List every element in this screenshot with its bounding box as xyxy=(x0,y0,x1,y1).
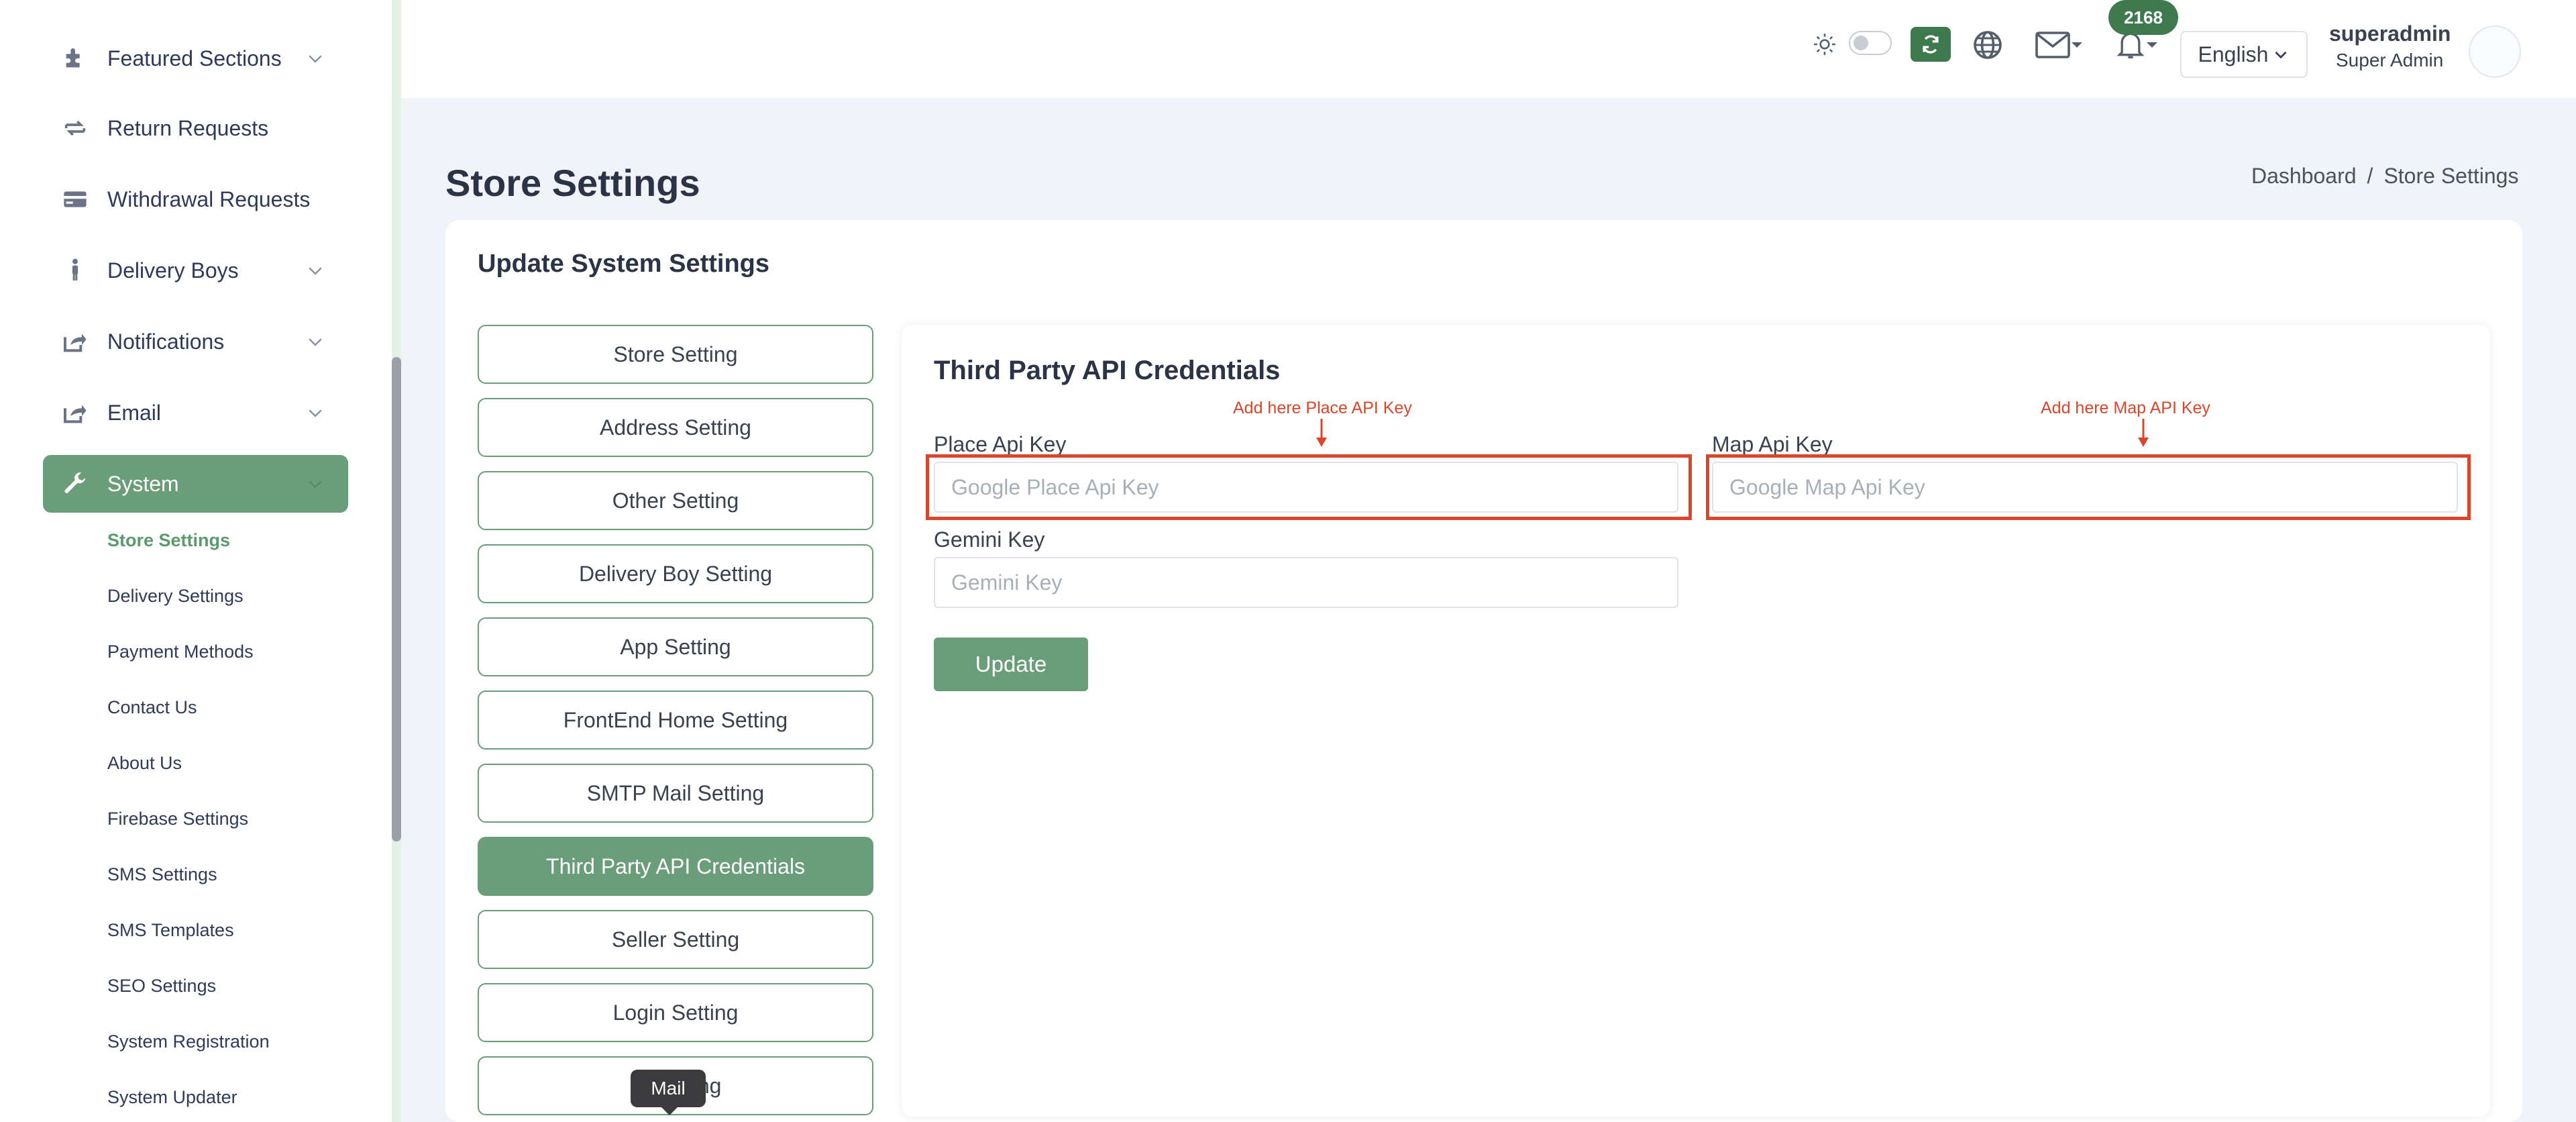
sidebar-subitem-contact-us[interactable]: Contact Us xyxy=(107,697,197,718)
refresh-icon xyxy=(1923,35,1939,54)
sidebar-item-withdrawal-requests[interactable]: Withdrawal Requests xyxy=(43,170,348,228)
tab-delivery-boy-setting[interactable]: Delivery Boy Setting xyxy=(478,544,873,603)
sidebar-subitem-store-settings[interactable]: Store Settings xyxy=(107,530,230,551)
sidebar-item-label: System xyxy=(107,471,179,496)
sidebar-subitem-sms-settings[interactable]: SMS Settings xyxy=(107,864,217,885)
update-button[interactable]: Update xyxy=(934,638,1088,691)
breadcrumb: Dashboard / Store Settings xyxy=(2251,164,2518,189)
sidebar-subitem-delivery-settings[interactable]: Delivery Settings xyxy=(107,586,244,607)
place-api-key-input[interactable] xyxy=(934,462,1678,513)
tooltip-pointer xyxy=(660,1106,679,1115)
annotation-map-api: Add here Map API Key xyxy=(2041,399,2210,417)
share-icon xyxy=(60,398,90,427)
user-role: Super Admin xyxy=(2336,50,2444,70)
arrow-down-icon xyxy=(1316,419,1327,447)
sidebar-item-label: Delivery Boys xyxy=(107,258,239,283)
notification-count-badge: 2168 xyxy=(2108,0,2178,35)
chevron-down-icon xyxy=(309,55,322,63)
language-label: English xyxy=(2198,42,2269,66)
sidebar-item-label: Return Requests xyxy=(107,115,269,140)
chevron-down-icon xyxy=(309,480,322,489)
api-credentials-panel xyxy=(902,325,2490,1117)
avatar[interactable] xyxy=(2469,26,2521,78)
tab-other-setting[interactable]: Other Setting xyxy=(478,471,873,530)
card-title: Update System Settings xyxy=(478,250,769,278)
sidebar-item-label: Withdrawal Requests xyxy=(107,187,311,211)
caret-down-icon xyxy=(2147,42,2157,48)
sidebar-subitem-firebase-settings[interactable]: Firebase Settings xyxy=(107,809,248,829)
globe-icon[interactable] xyxy=(1970,27,2006,63)
sidebar: Featured Sections Return Requests Withdr… xyxy=(0,0,392,1122)
sidebar-subitem-system-updater[interactable]: System Updater xyxy=(107,1087,237,1108)
gemini-key-label: Gemini Key xyxy=(934,527,1045,552)
map-api-key-label: Map Api Key xyxy=(1712,432,1833,456)
share-icon xyxy=(60,327,90,356)
breadcrumb-dashboard[interactable]: Dashboard xyxy=(2251,164,2357,189)
arrow-down-icon xyxy=(2138,419,2149,447)
sidebar-item-system[interactable]: System xyxy=(43,455,348,513)
puzzle-icon xyxy=(60,44,90,73)
tab-login-setting[interactable]: Login Setting xyxy=(478,983,873,1042)
chevron-down-icon xyxy=(2275,51,2288,59)
tab-address-setting[interactable]: Address Setting xyxy=(478,398,873,457)
sidebar-subitem-sms-templates[interactable]: SMS Templates xyxy=(107,920,234,941)
sidebar-item-label: Notifications xyxy=(107,329,225,354)
sidebar-scrollbar[interactable] xyxy=(392,357,401,842)
mail-dropdown[interactable] xyxy=(2033,28,2086,62)
sidebar-item-notifications[interactable]: Notifications xyxy=(43,313,348,370)
sidebar-subitem-system-registration[interactable]: System Registration xyxy=(107,1031,270,1052)
theme-toggle[interactable] xyxy=(1849,30,1892,56)
person-icon xyxy=(60,256,90,285)
chevron-down-icon xyxy=(309,338,322,346)
language-select[interactable]: English xyxy=(2180,31,2308,78)
tab-smtp-mail-setting[interactable]: SMTP Mail Setting xyxy=(478,764,873,823)
tab-store-setting[interactable]: Store Setting xyxy=(478,325,873,384)
sidebar-subitem-payment-methods[interactable]: Payment Methods xyxy=(107,642,254,662)
breadcrumb-current: Store Settings xyxy=(2383,164,2519,188)
chevron-down-icon xyxy=(309,267,322,275)
sync-button[interactable] xyxy=(1911,27,1951,62)
user-name[interactable]: superadmin xyxy=(2329,21,2451,46)
map-api-key-input[interactable] xyxy=(1712,462,2458,513)
breadcrumb-separator: / xyxy=(2367,164,2373,188)
sidebar-item-label: Email xyxy=(107,400,162,425)
sidebar-item-label: Featured Sections xyxy=(107,46,282,70)
mail-tooltip: Mail xyxy=(631,1070,706,1107)
sidebar-subitem-about-us[interactable]: About Us xyxy=(107,753,182,774)
return-icon xyxy=(60,113,90,143)
tab-frontend-home-setting[interactable]: FrontEnd Home Setting xyxy=(478,691,873,750)
section-title: Third Party API Credentials xyxy=(934,356,1281,385)
place-api-key-label: Place Api Key xyxy=(934,432,1067,456)
caret-down-icon xyxy=(2072,42,2082,48)
sidebar-subitem-seo-settings[interactable]: SEO Settings xyxy=(107,976,216,997)
tab-seller-setting[interactable]: Seller Setting xyxy=(478,910,873,969)
annotation-place-api: Add here Place API Key xyxy=(1233,399,1412,417)
wrench-icon xyxy=(60,469,90,499)
sidebar-item-delivery-boys[interactable]: Delivery Boys xyxy=(43,242,348,299)
sidebar-item-featured-sections[interactable]: Featured Sections xyxy=(43,30,348,87)
gemini-key-input[interactable] xyxy=(934,557,1678,608)
page-title: Store Settings xyxy=(445,162,700,204)
sidebar-item-return-requests[interactable]: Return Requests xyxy=(43,99,348,157)
sidebar-item-email[interactable]: Email xyxy=(43,384,348,442)
mail-icon xyxy=(2035,32,2070,58)
tab-app-setting[interactable]: App Setting xyxy=(478,617,873,676)
sun-icon xyxy=(1811,31,1838,58)
tab-third-party-api-credentials[interactable]: Third Party API Credentials xyxy=(478,837,873,896)
card-icon xyxy=(60,185,90,214)
chevron-down-icon xyxy=(309,409,322,417)
